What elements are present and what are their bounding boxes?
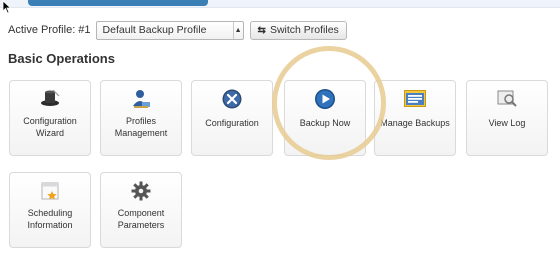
configuration-wizard-tile[interactable]: Configuration Wizard bbox=[9, 80, 91, 156]
tile-label: Manage Backups bbox=[380, 118, 450, 128]
chevron-down-icon: ▲ bbox=[232, 21, 243, 39]
configuration-tile[interactable]: Configuration bbox=[191, 80, 273, 156]
section-title: Basic Operations bbox=[8, 51, 115, 66]
magnifier-icon bbox=[467, 88, 547, 110]
tile-label: View Log bbox=[488, 118, 526, 128]
x-circle-icon bbox=[192, 88, 272, 110]
active-profile-label: Active Profile: #1 bbox=[8, 24, 91, 36]
calendar-star-icon bbox=[10, 180, 90, 202]
component-parameters-tile[interactable]: Component Parameters bbox=[100, 172, 182, 248]
switch-profiles-button[interactable]: ⇆ Switch Profiles bbox=[249, 20, 347, 40]
top-toolbar-button[interactable] bbox=[28, 0, 208, 6]
tile-label: Configuration Wizard bbox=[23, 116, 77, 138]
tile-label: Configuration bbox=[205, 118, 259, 128]
gear-icon bbox=[101, 180, 181, 202]
mouse-cursor-icon bbox=[2, 0, 12, 14]
profile-row: Active Profile: #1 Default Backup Profil… bbox=[8, 20, 347, 40]
profiles-stamp-icon bbox=[101, 88, 181, 110]
top-hat-icon bbox=[10, 88, 90, 110]
play-icon bbox=[285, 88, 365, 110]
view-log-tile[interactable]: View Log bbox=[466, 80, 548, 156]
profiles-management-tile[interactable]: Profiles Management bbox=[100, 80, 182, 156]
profile-select[interactable]: Default Backup Profile ▲ bbox=[95, 20, 244, 40]
switch-profiles-label: Switch Profiles bbox=[269, 24, 339, 36]
tile-label: Profiles Management bbox=[114, 116, 168, 138]
tile-label: Scheduling Information bbox=[27, 208, 73, 230]
scheduling-information-tile[interactable]: Scheduling Information bbox=[9, 172, 91, 248]
backup-now-tile[interactable]: Backup Now bbox=[284, 80, 366, 156]
switch-icon: ⇆ bbox=[257, 24, 266, 36]
window-list-icon bbox=[375, 88, 455, 110]
profile-select-value: Default Backup Profile bbox=[102, 23, 207, 36]
tile-label: Backup Now bbox=[299, 118, 351, 128]
manage-backups-tile[interactable]: Manage Backups bbox=[374, 80, 456, 156]
tile-label: Component Parameters bbox=[117, 208, 165, 230]
